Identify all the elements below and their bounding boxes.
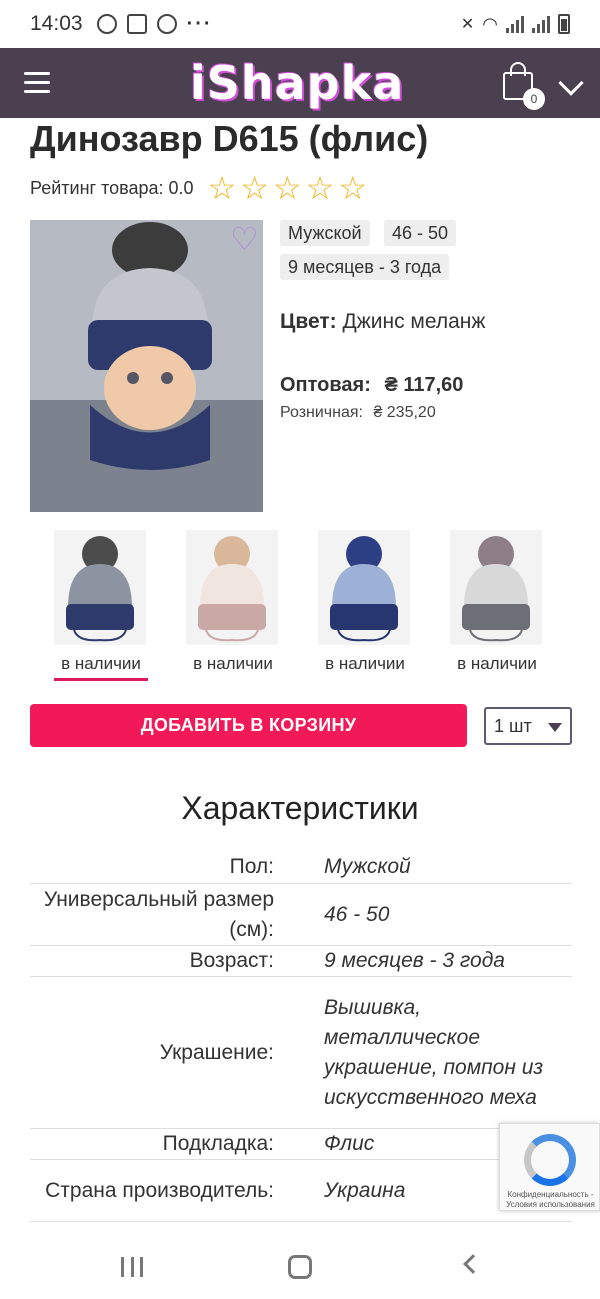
favorite-heart-icon[interactable]: ♡ <box>230 220 259 258</box>
product-color: Цвет: Джинс меланж <box>280 310 485 334</box>
more-notifications-icon: ··· <box>186 12 213 35</box>
star-icon[interactable]: ☆ <box>306 172 335 204</box>
site-logo[interactable]: iShapka <box>190 56 404 110</box>
wholesale-value: ₴ 117,60 <box>384 374 464 396</box>
spec-value: Вышивка, металлическое украшение, помпон… <box>324 995 544 1109</box>
product-rating: Рейтинг товара: 0.0 ☆ ☆ ☆ ☆ ☆ <box>30 172 367 204</box>
signal-2-icon <box>532 15 550 33</box>
color-label: Цвет: <box>280 310 337 333</box>
add-to-cart-button[interactable]: ДОБАВИТЬ В КОРЗИНУ <box>30 704 467 747</box>
spec-row: Универсальный размер (см): 46 - 50 <box>30 884 572 946</box>
wifi-icon: ◠ <box>482 13 498 34</box>
spec-key: Универсальный размер (см): <box>43 887 274 941</box>
selected-variant-indicator <box>54 678 148 681</box>
color-value: Джинс меланж <box>342 310 486 333</box>
star-icon[interactable]: ☆ <box>273 172 302 204</box>
notification-icons: ··· <box>96 12 213 36</box>
star-icon[interactable]: ☆ <box>240 172 269 204</box>
gallery-icon <box>126 14 147 34</box>
cart-count-badge: 0 <box>523 88 545 110</box>
variant-thumb-1[interactable] <box>54 530 146 645</box>
wholesale-label: Оптовая: <box>280 374 371 396</box>
status-bar: 14:03 ··· ✕ ◠ <box>0 0 600 48</box>
variant-availability[interactable]: в наличии <box>315 654 415 674</box>
spec-value: Мужской <box>324 854 411 878</box>
retail-label: Розничная: <box>280 404 363 421</box>
battery-icon <box>558 14 570 34</box>
menu-icon[interactable] <box>24 72 50 93</box>
back-icon[interactable] <box>463 1254 483 1274</box>
product-main-image[interactable] <box>30 220 263 512</box>
tag-gender: Мужской <box>280 220 370 246</box>
product-title: Динозавр D615 (флис) <box>30 118 429 159</box>
spec-value: 46 - 50 <box>324 902 390 926</box>
tag-size: 46 - 50 <box>384 220 457 246</box>
rating-label: Рейтинг товара: 0.0 <box>30 177 194 198</box>
spec-key: Возраст: <box>189 949 274 972</box>
retail-price: Розничная: ₴ 235,20 <box>280 404 436 422</box>
signal-1-icon <box>506 15 524 33</box>
product-photo-illustration <box>30 220 263 512</box>
system-icons: ✕ ◠ <box>461 14 570 35</box>
messenger-icon <box>156 14 177 34</box>
spec-key: Пол: <box>229 854 274 878</box>
spec-row: Возраст: 9 месяцев - 3 года <box>30 946 572 977</box>
variant-availability[interactable]: в наличии <box>183 654 283 674</box>
star-icon[interactable]: ☆ <box>208 172 237 204</box>
status-time: 14:03 <box>30 12 83 35</box>
mute-icon: ✕ <box>460 16 475 33</box>
spec-row: Страна производитель: Украина <box>30 1160 572 1222</box>
recaptcha-text[interactable]: Конфиденциальность - Условия использован… <box>504 1190 597 1210</box>
caret-down-icon <box>548 723 562 732</box>
recaptcha-badge[interactable]: Конфиденциальность - Условия использован… <box>499 1123 600 1211</box>
spec-row: Украшение: Вышивка, металлическое украше… <box>30 977 572 1129</box>
spec-row: Подкладка: Флис <box>30 1129 572 1160</box>
variant-thumb-4[interactable] <box>450 530 542 645</box>
rating-stars[interactable]: ☆ ☆ ☆ ☆ ☆ <box>208 172 367 204</box>
retail-value: ₴ 235,20 <box>373 404 436 421</box>
system-nav-bar <box>0 1237 600 1299</box>
spec-key: Подкладка: <box>162 1132 274 1155</box>
spec-key: Страна производитель: <box>45 1178 274 1202</box>
chevron-down-icon[interactable] <box>558 70 584 96</box>
wholesale-price: Оптовая: ₴ 117,60 <box>280 374 463 397</box>
tag-age: 9 месяцев - 3 года <box>280 254 450 280</box>
spec-value: 9 месяцев - 3 года <box>324 949 505 972</box>
quantity-select[interactable]: 1 шт <box>484 707 572 745</box>
spec-row: Пол: Мужской <box>30 850 572 884</box>
site-header: iShapka 0 <box>0 48 600 118</box>
specs-table: Пол: Мужской Универсальный размер (см): … <box>30 850 572 1222</box>
variant-availability[interactable]: в наличии <box>51 654 151 674</box>
specs-heading: Характеристики <box>181 790 419 826</box>
cart-button[interactable]: 0 <box>503 62 545 110</box>
viber-icon <box>96 14 117 34</box>
variant-availability[interactable]: в наличии <box>447 654 547 674</box>
recent-apps-icon[interactable] <box>121 1257 143 1277</box>
recaptcha-icon <box>524 1134 576 1186</box>
variant-thumb-2[interactable] <box>186 530 278 645</box>
spec-key: Украшение: <box>159 1040 274 1064</box>
quantity-value: 1 шт <box>494 716 532 736</box>
variant-thumb-3[interactable] <box>318 530 410 645</box>
home-icon[interactable] <box>288 1255 312 1279</box>
star-icon[interactable]: ☆ <box>338 172 367 204</box>
